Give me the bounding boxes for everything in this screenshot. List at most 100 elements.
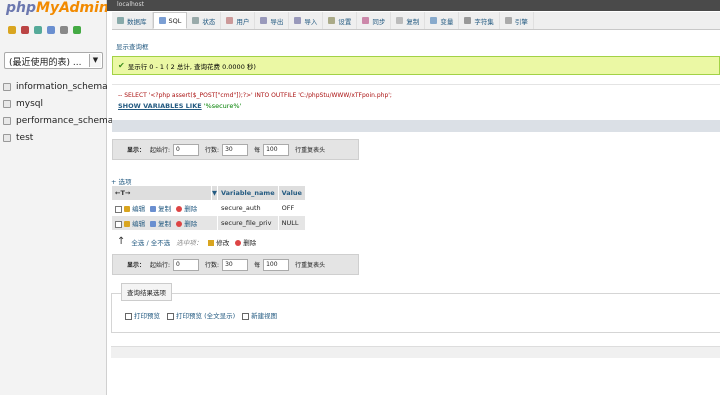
sql-statement-line: SHOW VARIABLES LIKE '%secure%' [118,102,241,110]
cell-value[interactable]: OFF [277,200,306,216]
tab-import[interactable]: 导入 [289,12,324,29]
delete-button[interactable]: 删除 [176,220,197,228]
row-actions: 编辑 复制 删除 [111,215,218,231]
tab-label: 复制 [406,17,420,26]
repeat-headers-label: 行重复表头 [295,147,326,154]
tab-sync[interactable]: 同步 [357,12,392,29]
copy-icon [150,206,157,212]
tab-sql[interactable]: SQL [152,12,188,29]
checkmark-icon: ✔ [118,61,125,70]
tab-users[interactable]: 用户 [221,12,256,29]
edit-button[interactable]: 编辑 [124,205,145,213]
logout-icon[interactable] [21,26,29,34]
pencil-icon [124,221,131,227]
bulk-delete-button[interactable]: 删除 [235,237,256,247]
tab-label: 变量 [440,17,454,26]
database-icon [3,116,11,125]
tab-label: 字符集 [474,17,494,26]
column-header-value[interactable]: Value [277,185,306,201]
tab-export[interactable]: 导出 [255,12,290,29]
repeat-headers-input[interactable]: 100 [263,258,290,271]
table-row: 编辑 复制 删除 secure_auth OFF [111,200,306,216]
edit-button[interactable]: 编辑 [124,220,145,228]
print-view-label: 打印预览 [134,312,160,320]
db-item-mysql[interactable]: mysql [3,95,113,112]
tab-label: 状态 [202,17,216,26]
rows-input[interactable]: 30 [222,143,249,156]
bulk-actions: ↑ 全选 / 全不选 选中项： 修改 删除 [117,236,256,247]
tab-databases[interactable]: 数据库 [112,12,153,29]
cell-variable-name[interactable]: secure_file_priv [217,215,279,231]
bulk-modify-button[interactable]: 修改 [208,237,229,247]
sync-icon [362,17,370,24]
edit-label: 编辑 [132,205,146,213]
delete-button[interactable]: 删除 [176,205,197,213]
arrow-up-icon: ↑ [117,236,126,247]
column-header-variable-name[interactable]: Variable_name [217,185,279,201]
query-window-icon[interactable] [34,26,42,34]
database-icon [3,133,11,142]
settings-icon[interactable] [60,26,68,34]
home-icon[interactable] [8,26,16,34]
repeat-headers-label: 行重复表头 [295,262,326,269]
variables-icon [430,17,438,24]
edit-label: 编辑 [132,220,146,228]
sort-arrows-header[interactable]: ←T→ [111,185,212,201]
docs-icon[interactable] [47,26,55,34]
start-row-input[interactable]: 0 [173,143,200,156]
db-item-test[interactable]: test [3,129,113,146]
tab-label: 同步 [372,17,386,26]
copy-label: 复制 [158,220,172,228]
start-row-label: 起始行: [150,147,171,154]
chevron-down-icon[interactable]: ▼ [89,54,101,67]
tab-settings[interactable]: 设置 [323,12,358,29]
print-view-full-link[interactable]: 打印预览 (全文显示) [167,310,235,320]
sql-icon [158,17,166,24]
row-actions: 编辑 复制 删除 [111,200,218,216]
copy-button[interactable]: 复制 [150,220,171,228]
copy-label: 复制 [158,205,172,213]
printer-icon [125,312,132,320]
results-table: ←T→ ▼ Variable_name Value 编辑 复制 删除 secur… [111,185,306,231]
tab-label: 用户 [236,17,250,26]
print-view-link[interactable]: 打印预览 [125,310,160,320]
query-results-operations-links: 打印预览 打印预览 (全文显示) 新建视图 [125,310,277,320]
tab-replication[interactable]: 复制 [391,12,426,29]
tab-variables[interactable]: 变量 [425,12,460,29]
bulk-modify-label: 修改 [216,238,230,247]
db-item-performance-schema[interactable]: performance_schema [3,112,113,129]
server-name[interactable]: localhost [117,1,144,8]
query-results-operations-legend: 查询结果选项 [121,283,172,301]
rows-label: 行数: [205,147,220,154]
tab-charsets[interactable]: 字符集 [459,12,500,29]
sql-keyword[interactable]: SHOW VARIABLES LIKE [118,102,202,110]
delete-icon [235,239,242,246]
reload-icon[interactable] [73,26,81,34]
rows-input[interactable]: 30 [222,258,249,271]
check-all-link[interactable]: 全选 / 全不选 [131,237,170,247]
show-label: 显示： [127,147,146,154]
tab-label: SQL [168,16,182,25]
pencil-icon [124,206,131,212]
phpmyadmin-logo[interactable]: phpMyAdmin [6,0,109,16]
wrench-icon [328,17,336,24]
cell-variable-name[interactable]: secure_auth [217,200,279,216]
table-header-row: ←T→ ▼ Variable_name Value [111,185,306,201]
import-icon [294,17,302,24]
copy-icon [150,221,157,227]
row-checkbox[interactable] [115,205,122,213]
repeat-headers-input[interactable]: 100 [263,143,290,156]
delete-label: 删除 [184,205,198,213]
navigation-row-bottom: 显示： 起始行: 0 行数: 30 每 100 行重复表头 [112,254,359,275]
start-row-input[interactable]: 0 [173,258,200,271]
recent-tables-value: (最近使用的表) ... [9,58,82,68]
tab-engines[interactable]: 引擎 [500,12,534,29]
cell-value[interactable]: NULL [277,215,306,231]
db-item-information-schema[interactable]: information_schema [3,78,113,95]
create-view-link[interactable]: 新建视图 [242,310,277,320]
recent-tables-select[interactable]: (最近使用的表) ... ▼ [4,52,103,69]
show-query-box-link[interactable]: 显示查询框 [116,41,149,51]
copy-button[interactable]: 复制 [150,205,171,213]
tab-status[interactable]: 状态 [187,12,222,29]
row-checkbox[interactable] [115,220,122,228]
